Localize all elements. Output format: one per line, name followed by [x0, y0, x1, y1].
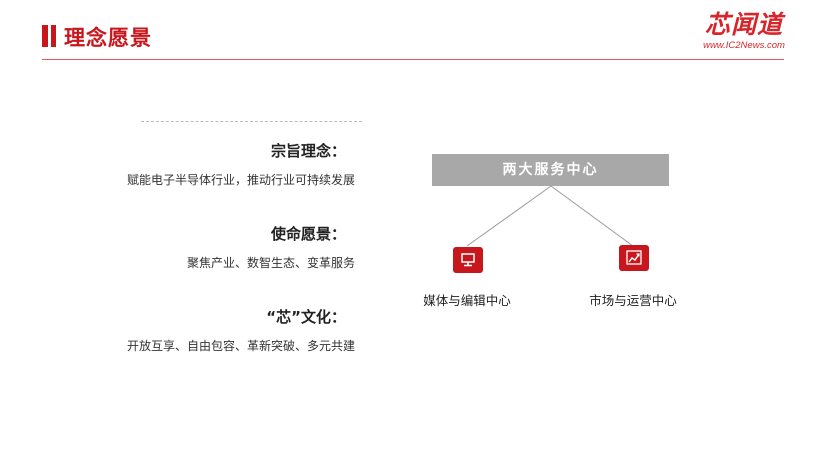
connector-lines — [466, 185, 634, 247]
service-centers-title: 两大服务中心 — [432, 154, 669, 186]
media-center-label: 媒体与编辑中心 — [423, 293, 511, 308]
market-center-label: 市场与运营中心 — [589, 293, 677, 308]
monitor-icon — [453, 247, 483, 273]
growth-chart-icon — [619, 245, 649, 271]
